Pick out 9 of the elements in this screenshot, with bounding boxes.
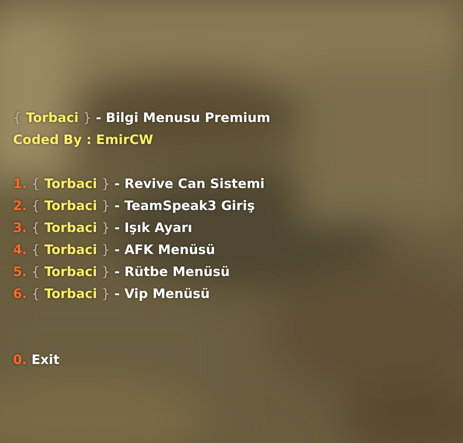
menu-item[interactable]: 3. { Torbaci } - Işık Ayarı xyxy=(13,218,192,240)
menu-item[interactable]: 1. { Torbaci } - Revive Can Sistemi xyxy=(13,174,265,196)
exit-item[interactable]: 0. Exit xyxy=(13,350,60,372)
menu-item[interactable]: 6. { Torbaci } - Vip Menüsü xyxy=(13,284,210,306)
menu-item[interactable]: 5. { Torbaci } - Rütbe Menüsü xyxy=(13,262,230,284)
menu-title: { Torbaci } - Bilgi Menusu Premium xyxy=(13,110,270,128)
menu-item[interactable]: 4. { Torbaci } - AFK Menüsü xyxy=(13,240,216,262)
credit-text: Coded By : EmirCW xyxy=(13,132,154,150)
menu-item[interactable]: 2. { Torbaci } - TeamSpeak3 Giriş xyxy=(13,196,255,218)
